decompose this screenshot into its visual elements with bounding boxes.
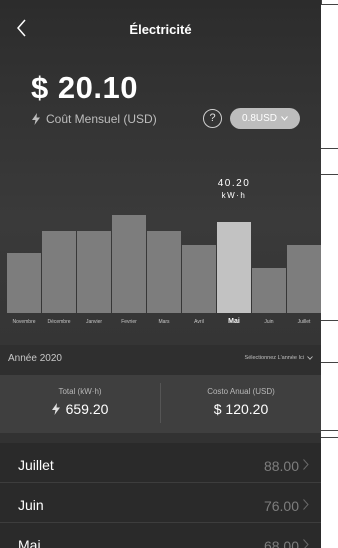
chevron-right-icon	[303, 539, 309, 548]
annotation-line	[321, 320, 338, 321]
monthly-cost-label-row: Coût Mensuel (USD)	[32, 112, 157, 126]
year-label: Année 2020	[8, 353, 62, 364]
app-screen: Électricité $ 20.10 Coût Mensuel (USD) ?…	[0, 0, 321, 548]
lightning-icon	[51, 403, 60, 415]
annual-label: Costo Anual (USD)	[207, 387, 275, 396]
month-tick-label[interactable]: Décembre	[41, 319, 77, 325]
chevron-down-icon	[281, 116, 288, 121]
chevron-right-icon	[303, 459, 309, 470]
list-item-value: 76.00	[263, 498, 299, 514]
rate-label: 0.8USD	[241, 113, 277, 124]
annotation-line	[321, 437, 338, 438]
list-item-value: 88.00	[263, 458, 299, 474]
selected-unit-label: kW·h	[221, 191, 247, 200]
total-label: Total (kW·h)	[58, 387, 102, 396]
totals-panel: Total (kW·h) 659.20 Costo Anual (USD) $ …	[0, 375, 321, 433]
chart-bar-avril[interactable]	[182, 245, 216, 313]
chart-bar-mai[interactable]	[217, 222, 251, 313]
year-selector[interactable]: Sélectionnez L'année Ici	[245, 355, 313, 361]
chart-bar-décembre[interactable]	[42, 231, 76, 313]
chevron-right-icon	[303, 499, 309, 510]
list-item[interactable]: Mai 68.00	[0, 523, 321, 548]
year-row: Année 2020 Sélectionnez L'année Ici	[0, 345, 321, 375]
chart-bar-juillet[interactable]	[287, 245, 321, 313]
annual-cost: Costo Anual (USD) $ 120.20	[161, 375, 321, 433]
chart-bar-novembre[interactable]	[7, 253, 41, 313]
total-consumption: Total (kW·h) 659.20	[0, 375, 160, 433]
list-item[interactable]: Juin 76.00	[0, 483, 321, 523]
annotation-line	[321, 362, 338, 363]
month-tick-label[interactable]: Novembre	[6, 319, 42, 325]
annual-value: $ 120.20	[213, 401, 269, 417]
chevron-down-icon	[307, 356, 313, 360]
list-item-month: Mai	[18, 537, 41, 548]
monthly-cost-label: Coût Mensuel (USD)	[46, 112, 157, 126]
month-tick-label[interactable]: Juin	[251, 319, 287, 325]
list-item-month: Juillet	[18, 457, 54, 473]
chart-bar-mars[interactable]	[147, 231, 181, 313]
month-tick-label[interactable]: Avril	[181, 319, 217, 325]
annotation-line	[321, 174, 338, 175]
month-tick-label[interactable]: Mai	[216, 318, 252, 325]
annotation-line	[321, 4, 338, 5]
help-button[interactable]: ?	[203, 109, 222, 128]
year-selector-label: Sélectionnez L'année Ici	[244, 355, 304, 361]
annotation-line	[321, 430, 338, 431]
list-item[interactable]: Juillet 88.00	[0, 443, 321, 483]
chart-bar-fevrier[interactable]	[112, 215, 146, 313]
month-tick-label[interactable]: Mars	[146, 319, 182, 325]
rate-dropdown[interactable]: 0.8USD	[230, 108, 300, 129]
total-value: 659.20	[65, 401, 109, 417]
list-item-value: 68.00	[263, 538, 299, 548]
page-title: Électricité	[129, 22, 192, 37]
lightning-icon	[32, 113, 40, 125]
month-tick-label[interactable]: Fevrier	[111, 319, 147, 325]
month-tick-label[interactable]: Janvier	[76, 319, 112, 325]
monthly-cost-value: $ 20.10	[31, 70, 138, 105]
month-tick-label[interactable]: Juillet	[286, 319, 321, 325]
list-item-month: Juin	[18, 497, 44, 513]
monthly-list: Juillet 88.00 Juin 76.00 Mai 68.00	[0, 443, 321, 548]
chart-bar-juin[interactable]	[252, 268, 286, 313]
consumption-chart: 40.20 kW·h	[0, 140, 321, 340]
annotation-line	[321, 148, 338, 149]
selected-value-label: 40.20	[217, 178, 251, 189]
total-value-row: 659.20	[0, 401, 160, 417]
chart-bar-janvier[interactable]	[77, 231, 111, 313]
